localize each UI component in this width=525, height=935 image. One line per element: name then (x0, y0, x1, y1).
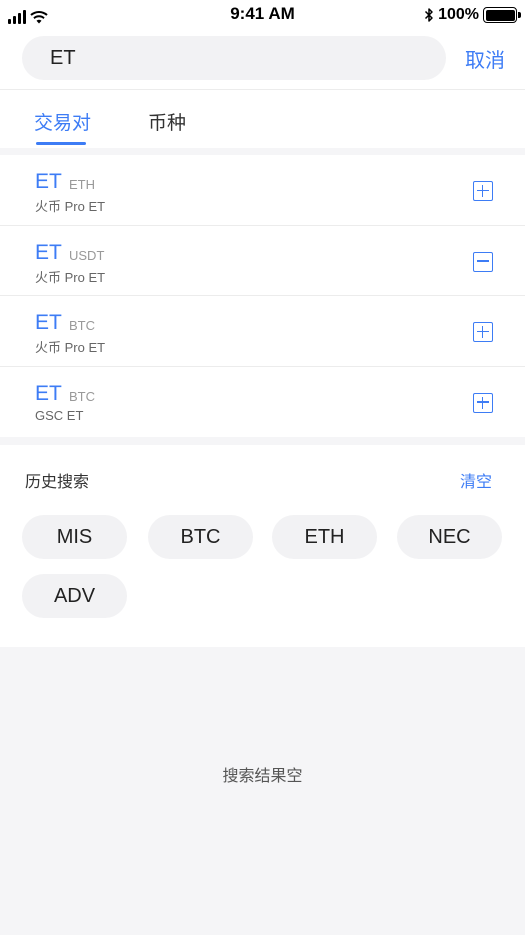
history-chip[interactable]: BTC (148, 515, 253, 559)
search-box[interactable] (22, 36, 446, 80)
pair-base: ET (35, 170, 62, 193)
pair-quote: BTC (69, 388, 95, 404)
history-chip[interactable]: ADV (22, 574, 127, 618)
search-result-list: ET ETH 火币 Pro ET ET USDT 火币 Pro ET ET BT… (0, 155, 525, 437)
history-chip[interactable]: ETH (272, 515, 377, 559)
pair-base: ET (35, 311, 62, 334)
pair-base: ET (35, 240, 62, 264)
tab-coins[interactable]: 币种 (148, 108, 186, 135)
empty-result-message: 搜索结果空 (222, 768, 303, 785)
pair-exchange: 火币 Pro ET (35, 269, 106, 285)
search-history: 历史搜索 清空 MIS BTC ETH NEC ADV (0, 445, 525, 647)
result-row[interactable]: ET BTC 火币 Pro ET (0, 296, 525, 367)
pair-quote: BTC (69, 318, 95, 333)
pair-exchange: 火币 Pro ET (35, 199, 106, 214)
clear-history-button[interactable]: 清空 (460, 468, 492, 492)
status-bar: 9:41 AM 100% (0, 0, 525, 30)
bluetooth-icon (425, 8, 433, 22)
result-row[interactable]: ET BTC GSC ET (0, 367, 525, 438)
cancel-button[interactable]: 取消 (460, 44, 510, 72)
header-area: 9:41 AM 100% 取消 交易对 币种 (0, 0, 525, 148)
header-divider (0, 89, 525, 90)
pair-exchange: 火币 Pro ET (35, 340, 106, 355)
pair-quote: ETH (69, 177, 95, 192)
pair-exchange: GSC ET (35, 407, 84, 423)
add-favorite-icon[interactable] (473, 392, 493, 413)
result-row[interactable]: ET ETH 火币 Pro ET (0, 155, 525, 226)
history-chip[interactable]: NEC (397, 515, 502, 559)
search-input[interactable] (50, 46, 446, 70)
pair-base: ET (35, 381, 62, 405)
remove-favorite-icon[interactable] (473, 251, 493, 272)
pair-quote: USDT (69, 247, 105, 263)
active-tab-indicator (36, 142, 86, 145)
add-favorite-icon[interactable] (473, 181, 493, 201)
add-favorite-icon[interactable] (473, 322, 493, 342)
battery-percentage: 100% (438, 6, 479, 23)
result-row[interactable]: ET USDT 火币 Pro ET (0, 226, 525, 296)
status-right: 100% (424, 5, 521, 25)
history-title: 历史搜索 (25, 474, 90, 491)
tab-trading-pairs[interactable]: 交易对 (34, 108, 91, 135)
battery-icon (483, 7, 521, 23)
history-chip[interactable]: MIS (22, 515, 127, 559)
